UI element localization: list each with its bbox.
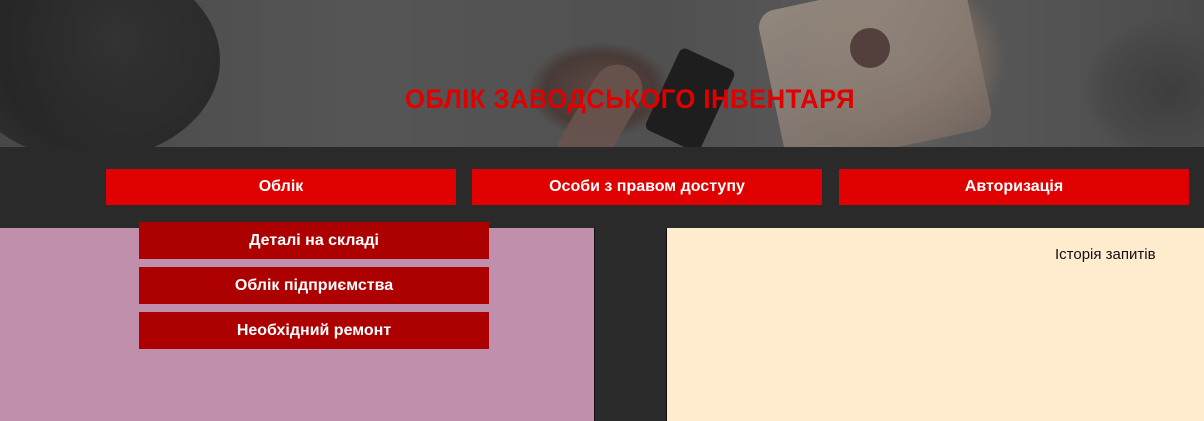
history-panel: Історія запитів [666,228,1204,421]
nav-accounting-button[interactable]: Облік [106,169,456,205]
dropdown-item-enterprise-accounting[interactable]: Облік підприємства [139,267,489,304]
nav-access-persons-button[interactable]: Особи з правом доступу [472,169,822,205]
banner-shade [0,0,1204,147]
nav-authorization-button[interactable]: Авторизація [839,169,1189,205]
dropdown-item-required-repair[interactable]: Необхідний ремонт [139,312,489,349]
history-label: Історія запитів [1055,246,1156,263]
page-title: ОБЛІК ЗАВОДСЬКОГО ІНВЕНТАРЯ [404,84,855,114]
header-banner: ОБЛІК ЗАВОДСЬКОГО ІНВЕНТАРЯ [0,0,1204,147]
dropdown-item-warehouse-parts[interactable]: Деталі на складі [139,222,489,259]
page: ОБЛІК ЗАВОДСЬКОГО ІНВЕНТАРЯ Облік Особи … [0,0,1204,421]
